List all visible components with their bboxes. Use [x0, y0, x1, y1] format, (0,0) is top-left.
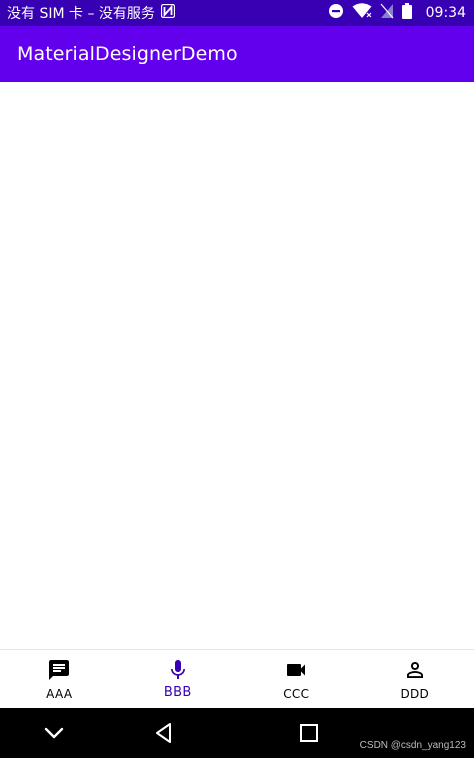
wifi-icon	[352, 3, 372, 23]
nav-label-ccc: CCC	[283, 686, 310, 701]
back-triangle-icon[interactable]	[152, 721, 176, 745]
nav-item-aaa[interactable]: AAA	[0, 650, 119, 708]
mic-icon	[170, 660, 185, 679]
nav-label-aaa: AAA	[46, 686, 73, 701]
watermark: CSDN @csdn_yang123	[359, 740, 466, 751]
nav-label-bbb: BBB	[163, 685, 192, 700]
app-title: MaterialDesignerDemo	[17, 43, 238, 65]
person-icon	[406, 661, 423, 678]
app-bar: MaterialDesignerDemo	[0, 26, 474, 82]
nfc-icon	[160, 3, 176, 22]
status-right: 09:34	[328, 3, 466, 23]
bottom-navigation: AAA BBB CCC DDD	[0, 649, 474, 708]
carrier-text: 没有 SIM 卡 – 没有服务	[7, 6, 155, 22]
recents-square-icon[interactable]	[297, 721, 321, 745]
do-not-disturb-icon	[328, 3, 344, 23]
message-icon	[49, 659, 70, 680]
back-chevron-icon[interactable]	[42, 721, 66, 745]
nav-item-bbb[interactable]: BBB	[119, 650, 238, 708]
system-navigation-bar: CSDN @csdn_yang123	[0, 708, 474, 758]
status-left: 没有 SIM 卡 – 没有服务	[7, 3, 176, 23]
content-area	[0, 82, 474, 649]
no-sim-icon	[380, 3, 394, 23]
status-bar: 没有 SIM 卡 – 没有服务 09:34	[0, 0, 474, 26]
videocam-icon	[287, 663, 306, 676]
status-time: 09:34	[425, 5, 466, 21]
nav-item-ddd[interactable]: DDD	[356, 650, 474, 708]
battery-icon	[401, 3, 412, 23]
nav-label-ddd: DDD	[400, 686, 430, 701]
nav-item-ccc[interactable]: CCC	[237, 650, 356, 708]
